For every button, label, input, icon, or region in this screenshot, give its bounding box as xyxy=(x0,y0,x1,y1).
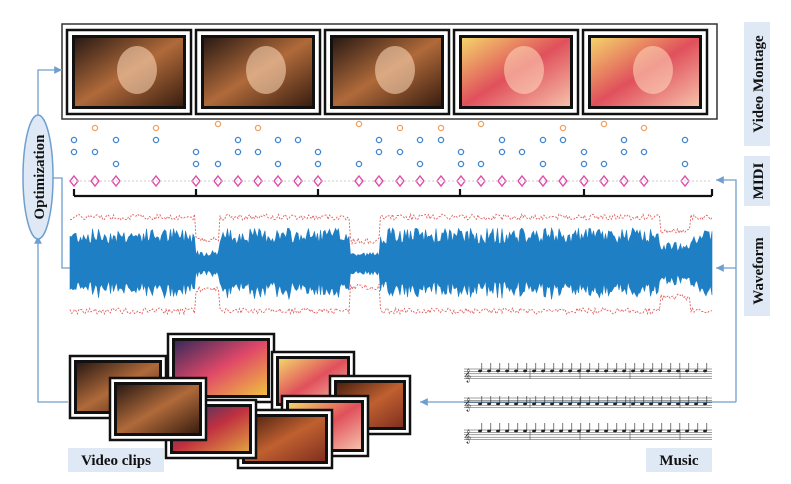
video-montage-label: Video Montage xyxy=(751,35,767,133)
montage-frame-girl-close-up xyxy=(194,28,322,116)
optimization-label: Optimization xyxy=(32,134,48,220)
svg-text:𝄞: 𝄞 xyxy=(464,397,471,411)
clip-thumb-girl-portrait xyxy=(108,376,208,442)
sheet-music: 𝄞 𝄞 𝄞 xyxy=(464,363,712,443)
waveform-label: Waveform xyxy=(751,237,767,305)
staff-line-2: 𝄞 xyxy=(464,396,712,411)
music-to-midi-arrow xyxy=(716,176,737,402)
staff-line-1: 𝄞 xyxy=(464,363,712,382)
svg-text:𝄞: 𝄞 xyxy=(464,368,471,382)
midi-label: MIDI xyxy=(751,163,767,200)
montage-frame-girl-close-up xyxy=(323,28,451,116)
staff-line-3: 𝄞 xyxy=(464,423,712,443)
video-clips-collage xyxy=(68,332,412,470)
montage-frame-girl-close-up xyxy=(65,28,193,116)
video-clips-label: Video clips xyxy=(81,453,151,469)
video-montage-strip xyxy=(61,23,718,120)
beat-bracket xyxy=(72,189,714,198)
music-label: Music xyxy=(659,453,699,469)
optimization-node: Optimization xyxy=(22,114,54,240)
diagram-canvas: Optimization 𝄞 𝄞 𝄞 Video clips Music Video… xyxy=(22,22,770,472)
audio-waveform xyxy=(69,212,713,316)
optimization-to-waveform-line xyxy=(52,177,70,269)
montage-frame-toy-figures xyxy=(581,28,709,116)
optimization-to-montage-arrow xyxy=(37,66,62,118)
svg-text:𝄞: 𝄞 xyxy=(464,429,471,443)
midi-notes xyxy=(69,120,690,188)
montage-frame-toy-figures xyxy=(452,28,580,116)
clips-to-optimization-arrow xyxy=(34,236,68,403)
